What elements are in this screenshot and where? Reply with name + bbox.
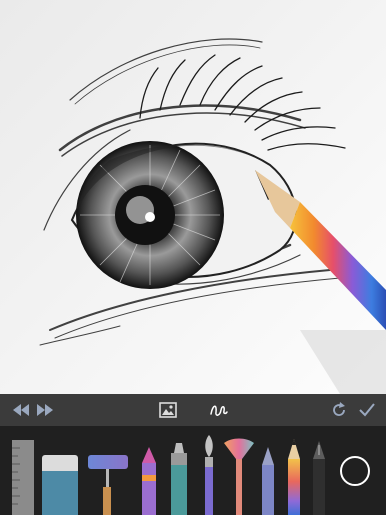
image-icon[interactable]: [157, 400, 179, 420]
ruler-tool[interactable]: [12, 440, 34, 515]
fan-brush-tool[interactable]: [224, 437, 254, 515]
redo-icon[interactable]: [34, 400, 56, 420]
marker-tool[interactable]: [168, 443, 190, 515]
paint-brush-tool[interactable]: [200, 435, 218, 515]
paint-roller-tool[interactable]: [86, 455, 130, 515]
crayon-tool[interactable]: [140, 447, 158, 515]
ink-pen-tool[interactable]: [310, 441, 328, 515]
drawing-canvas[interactable]: [0, 0, 386, 394]
eraser-tool[interactable]: [42, 455, 78, 515]
eye-sketch-artwork: [0, 0, 386, 394]
refresh-icon[interactable]: [328, 400, 350, 420]
undo-icon[interactable]: [10, 400, 32, 420]
pencil-tool[interactable]: [286, 439, 302, 515]
tool-tray: [0, 426, 386, 515]
checkmark-icon[interactable]: [356, 400, 378, 420]
soft-pencil-tool[interactable]: [260, 447, 276, 515]
stroke-icon[interactable]: [208, 400, 230, 420]
current-color-swatch[interactable]: [340, 456, 370, 486]
control-bar: [0, 394, 386, 426]
